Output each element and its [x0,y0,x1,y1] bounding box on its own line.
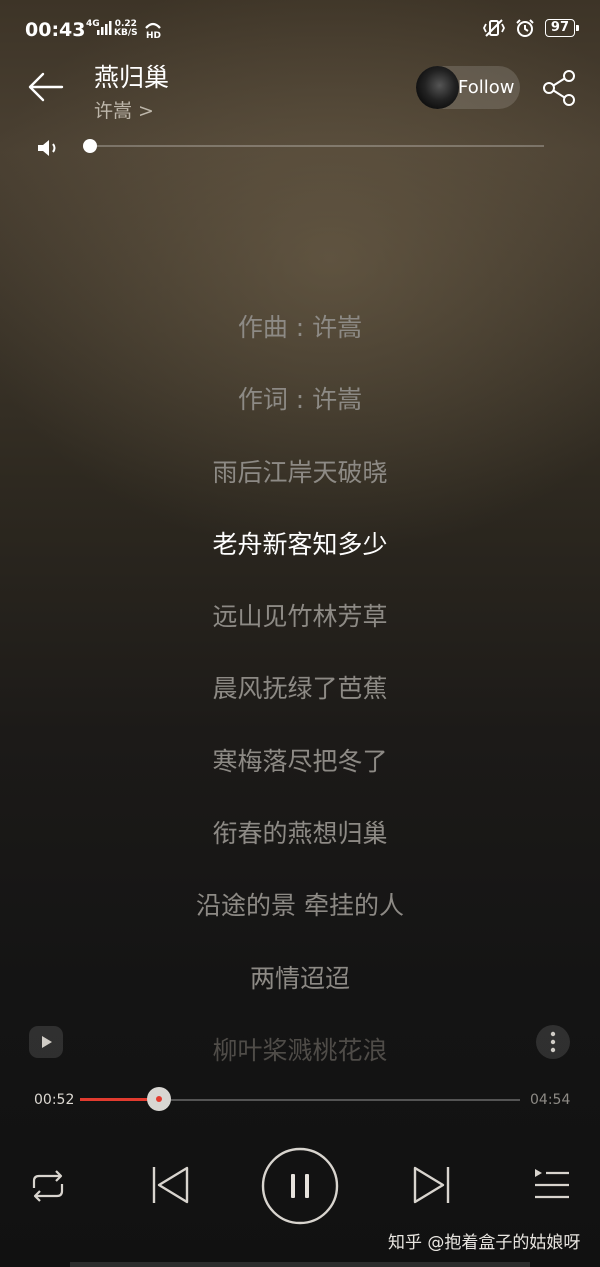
alarm-icon [516,19,534,37]
playlist-icon[interactable] [532,1167,572,1203]
lyric-line[interactable]: 晨风抚绿了芭蕉 [0,661,600,733]
follow-label: Follow [458,77,515,98]
status-time: 00:43 [25,19,86,41]
lyric-line[interactable]: 寒梅落尽把冬了 [0,734,600,806]
lyric-line[interactable]: 衔春的燕想归巢 [0,806,600,878]
hd-voice-icon: HD [145,22,161,39]
hd-label: HD [146,31,161,39]
speaker-icon[interactable] [36,137,62,159]
next-track-icon[interactable] [410,1164,452,1206]
signal-icon [97,21,112,35]
lyric-line[interactable]: 远山见竹林芳草 [0,589,600,661]
pause-button[interactable] [261,1147,339,1225]
volume-control [36,133,556,163]
artist-link[interactable]: 许嵩 > [94,96,154,123]
network-speed-unit: KB/S [114,28,138,38]
bottom-edge-bar [70,1262,530,1267]
volume-slider-thumb[interactable] [83,139,97,153]
current-time: 00:52 [34,1092,75,1108]
lyric-line[interactable]: 作词 : 许嵩 [0,372,600,444]
lyric-line[interactable]: 雨后江岸天破晓 [0,445,600,517]
lyric-line[interactable]: 沿途的景 牵挂的人 [0,878,600,950]
video-play-icon[interactable] [29,1026,63,1058]
back-arrow-icon[interactable] [26,70,66,104]
repeat-icon[interactable] [28,1168,68,1204]
battery-indicator: 97 [544,19,580,37]
lyric-line[interactable]: 作曲 : 许嵩 [0,300,600,372]
status-right-icons: 97 [482,18,580,38]
progress-thumb[interactable] [147,1087,172,1111]
song-title: 燕归巢 [94,63,170,92]
network-speed: 0.22 KB/S [114,20,138,38]
volume-slider-track[interactable] [90,145,544,147]
total-time: 04:54 [530,1092,571,1108]
watermark: 知乎 @抱着盒子的姑娘呀 [388,1233,581,1253]
playback-progress: 00:52 04:54 [0,1082,600,1118]
vibrate-icon [482,19,505,37]
share-icon[interactable] [540,68,580,108]
follow-button[interactable]: Follow [416,66,520,109]
artist-avatar [416,66,459,109]
lyrics-panel[interactable]: 作曲 : 许嵩 作词 : 许嵩 雨后江岸天破晓 老舟新客知多少 远山见竹林芳草 晨风抚绿了… [0,300,600,1095]
lyric-line[interactable]: 两情迢迢 [0,951,600,1023]
lyric-line-current[interactable]: 老舟新客知多少 [0,517,600,589]
more-options-icon[interactable] [536,1025,570,1059]
pause-icon [291,1174,295,1198]
player-header: 燕归巢 许嵩 > Follow [0,58,600,128]
status-bar: 00:43 4G 0.22 KB/S HD 97 [0,0,600,58]
previous-track-icon[interactable] [150,1164,192,1206]
music-player-screen: 00:43 4G 0.22 KB/S HD 97 燕归巢 许嵩 > Follow… [0,0,600,1267]
playback-controls [0,1142,600,1230]
